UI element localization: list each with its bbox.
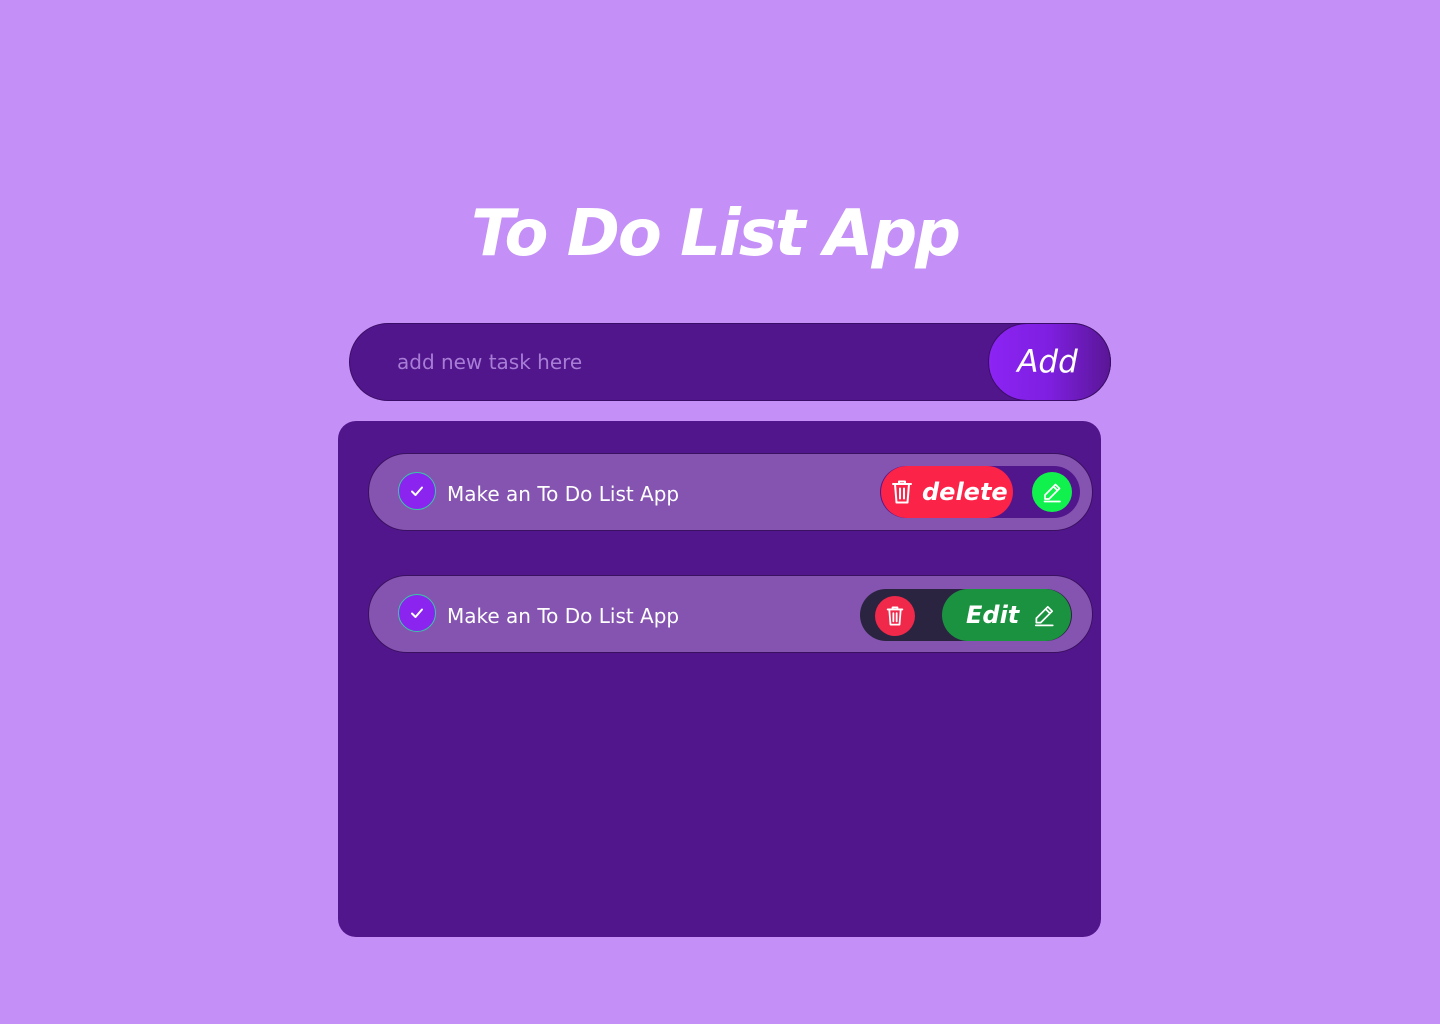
task-item: Make an To Do List App delete	[368, 453, 1093, 531]
edit-button[interactable]	[1032, 472, 1072, 512]
complete-toggle[interactable]	[398, 594, 436, 632]
new-task-input[interactable]	[397, 344, 957, 380]
page-title: To Do List App	[471, 197, 961, 271]
pencil-icon	[1032, 603, 1056, 627]
new-task-bar: Add	[349, 323, 1111, 401]
page: To Do List App Add Make an To Do List Ap…	[0, 0, 1440, 1024]
pencil-icon	[1041, 481, 1063, 503]
edit-button[interactable]: Edit	[942, 589, 1071, 641]
task-item: Make an To Do List App Edit	[368, 575, 1093, 653]
delete-button[interactable]: delete	[881, 466, 1013, 518]
task-text: Make an To Do List App	[447, 604, 680, 628]
task-list: Make an To Do List App delete Make an To…	[338, 421, 1101, 937]
edit-label: Edit	[966, 601, 1020, 629]
task-actions: delete	[880, 466, 1080, 518]
task-text: Make an To Do List App	[447, 482, 680, 506]
add-button[interactable]: Add	[988, 323, 1111, 401]
check-icon	[409, 605, 425, 621]
trash-icon	[886, 605, 904, 627]
complete-toggle[interactable]	[398, 472, 436, 510]
trash-icon	[891, 479, 913, 505]
task-actions: Edit	[860, 589, 1072, 641]
delete-label: delete	[922, 478, 1008, 506]
check-icon	[409, 483, 425, 499]
delete-button[interactable]	[875, 596, 915, 636]
